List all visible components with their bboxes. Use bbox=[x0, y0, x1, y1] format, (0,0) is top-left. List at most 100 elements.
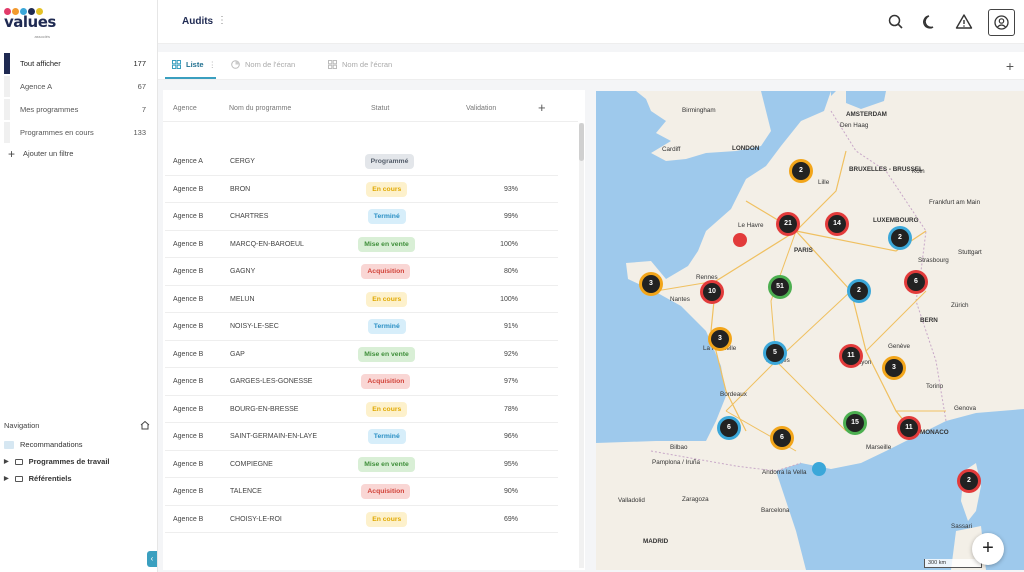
map-cluster-marker[interactable]: 10 bbox=[703, 283, 721, 301]
map-cluster-marker[interactable]: 5 bbox=[766, 344, 784, 362]
cell-programme: MARCQ-EN-BAROEUL bbox=[230, 240, 304, 248]
map-pin-red[interactable] bbox=[733, 233, 747, 247]
table-row[interactable]: Agence B NOISY-LE-SEC Terminé 91% bbox=[165, 313, 558, 341]
table-row[interactable]: Agence B GAP Mise en vente 92% bbox=[165, 341, 558, 368]
cell-programme: CHARTRES bbox=[230, 213, 269, 220]
map-cluster-marker[interactable]: 21 bbox=[779, 215, 797, 233]
table-row[interactable]: Agence B GARGES-LES-GONESSE Acquisition 97% bbox=[165, 368, 558, 396]
map-label: MADRID bbox=[643, 538, 669, 545]
add-filter-button[interactable]: + Ajouter un filtre bbox=[4, 148, 150, 160]
table-row[interactable]: Agence B TALENCE Acquisition 90% bbox=[165, 478, 558, 506]
table-row[interactable]: Agence B GAGNY Acquisition 80% bbox=[165, 258, 558, 286]
map-cluster-marker[interactable]: 6 bbox=[907, 273, 925, 291]
cell-validation: 69% bbox=[503, 515, 518, 523]
filter-item-tout-afficher[interactable]: Tout afficher 177 bbox=[4, 53, 150, 74]
filter-count: 67 bbox=[137, 82, 146, 91]
status-badge: En cours bbox=[366, 181, 408, 197]
map-label: Lille bbox=[818, 179, 830, 186]
cell-agence: Agence B bbox=[173, 185, 204, 193]
table-row[interactable]: Agence B SAINT-GERMAIN-EN-LAYE Terminé 96% bbox=[165, 423, 558, 451]
values-logo[interactable]: values associés bbox=[4, 8, 56, 39]
add-tab-button[interactable]: + bbox=[1006, 58, 1014, 74]
home-icon[interactable] bbox=[140, 420, 150, 430]
map-label: Strasbourg bbox=[918, 257, 949, 264]
column-header-statut[interactable]: Statut bbox=[371, 105, 389, 112]
map-view[interactable]: Birmingham AMSTERDAM Den Haag Cardiff LONDON… bbox=[596, 91, 1024, 570]
map-cluster-marker[interactable]: 14 bbox=[828, 215, 846, 233]
tab-nom-ecran-2[interactable]: Nom de l'écran bbox=[328, 60, 392, 69]
map-cluster-marker[interactable]: 2 bbox=[891, 229, 909, 247]
cell-validation: 91% bbox=[503, 323, 518, 330]
cell-validation: 100% bbox=[500, 295, 518, 303]
status-badge: Mise en vente bbox=[358, 346, 415, 362]
cell-agence: Agence A bbox=[173, 158, 203, 165]
nav-item-recommandations[interactable]: Recommandations bbox=[4, 440, 150, 449]
more-vertical-icon[interactable]: ⋮ bbox=[217, 15, 227, 26]
moon-icon[interactable] bbox=[920, 12, 940, 32]
column-header-programme[interactable]: Nom du programme bbox=[229, 105, 291, 112]
account-button[interactable] bbox=[988, 9, 1015, 36]
table-row[interactable]: Agence B COMPIEGNE Mise en vente 95% bbox=[165, 451, 558, 478]
folder-icon bbox=[14, 458, 23, 465]
map-cluster-marker[interactable]: 3 bbox=[711, 330, 729, 348]
cell-validation: 95% bbox=[503, 460, 518, 468]
table-scrollbar[interactable] bbox=[579, 123, 584, 568]
map-cluster-marker[interactable]: 11 bbox=[842, 347, 860, 365]
map-cluster-marker[interactable]: 6 bbox=[720, 419, 738, 437]
map-cluster-marker[interactable]: 2 bbox=[792, 162, 810, 180]
map-cluster-marker[interactable]: 6 bbox=[773, 429, 791, 447]
add-column-button[interactable]: + bbox=[538, 100, 546, 115]
map-cluster-marker[interactable]: 3 bbox=[642, 275, 660, 293]
scroll-thumb[interactable] bbox=[579, 123, 584, 161]
tab-label: Nom de l'écran bbox=[245, 60, 296, 69]
cell-programme: NOISY-LE-SEC bbox=[230, 323, 279, 330]
nav-item-referentiels[interactable]: ▶ Référentiels bbox=[4, 474, 150, 483]
active-tab-indicator bbox=[165, 77, 216, 79]
map-cluster-marker[interactable]: 11 bbox=[900, 419, 918, 437]
warning-icon[interactable] bbox=[954, 12, 974, 32]
table-row[interactable]: Agence B BRON En cours 93% bbox=[165, 176, 558, 203]
cell-validation: 99% bbox=[503, 213, 518, 220]
table-row[interactable]: Agence B CHOISY-LE-ROI En cours 69% bbox=[165, 506, 558, 533]
map-label: Sassari bbox=[951, 523, 972, 530]
map-cluster-marker[interactable]: 51 bbox=[771, 278, 789, 296]
filter-label: Mes programmes bbox=[20, 105, 79, 114]
sidebar: values associés Tout afficher 177 Agence… bbox=[0, 0, 158, 572]
grid-icon bbox=[172, 60, 181, 69]
column-header-validation[interactable]: Validation bbox=[466, 105, 496, 112]
nav-item-programmes-de-travail[interactable]: ▶ Programmes de travail bbox=[4, 457, 150, 466]
table-row[interactable]: Agence B BOURG-EN-BRESSE En cours 78% bbox=[165, 396, 558, 423]
table-row[interactable]: Agence A CERGY Programmé bbox=[165, 148, 558, 176]
logo-subtitle: associés bbox=[34, 34, 50, 39]
tab-nom-ecran-1[interactable]: Nom de l'écran bbox=[231, 60, 295, 69]
filter-item-programmes-en-cours[interactable]: Programmes en cours 133 bbox=[4, 122, 150, 143]
search-icon[interactable] bbox=[886, 12, 906, 32]
tab-liste[interactable]: Liste ⋮ bbox=[172, 60, 216, 69]
map-cluster-marker[interactable]: 2 bbox=[960, 472, 978, 490]
cell-agence: Agence B bbox=[173, 213, 204, 220]
map-cluster-marker[interactable]: 3 bbox=[885, 359, 903, 377]
cell-programme: GAP bbox=[230, 350, 245, 358]
map-label: Valladolid bbox=[618, 497, 645, 504]
map-label: Lyon bbox=[858, 359, 872, 366]
table-row[interactable]: Agence B MARCQ-EN-BAROEUL Mise en vente 100… bbox=[165, 231, 558, 258]
logo-text: values bbox=[4, 13, 56, 31]
map-background bbox=[596, 91, 1024, 570]
filter-label: Tout afficher bbox=[20, 59, 61, 68]
map-pin-blue[interactable] bbox=[812, 462, 826, 476]
map-scale: 300 km bbox=[924, 559, 982, 568]
status-badge: Mise en vente bbox=[358, 456, 415, 472]
map-label: Cardiff bbox=[662, 146, 681, 153]
column-header-agence[interactable]: Agence bbox=[173, 105, 197, 112]
map-add-button[interactable]: + bbox=[972, 533, 1004, 565]
grid-icon bbox=[328, 60, 337, 69]
table-row[interactable]: Agence B MELUN En cours 100% bbox=[165, 286, 558, 313]
map-cluster-marker[interactable]: 2 bbox=[850, 282, 868, 300]
nav-item-label: Recommandations bbox=[20, 440, 83, 449]
map-cluster-marker[interactable]: 15 bbox=[846, 414, 864, 432]
collapse-sidebar-button[interactable]: ‹ bbox=[147, 551, 157, 567]
tab-menu-icon[interactable]: ⋮ bbox=[209, 60, 217, 69]
filter-item-agence-a[interactable]: Agence A 67 bbox=[4, 76, 150, 97]
filter-item-mes-programmes[interactable]: Mes programmes 7 bbox=[4, 99, 150, 120]
table-row[interactable]: Agence B CHARTRES Terminé 99% bbox=[165, 203, 558, 231]
